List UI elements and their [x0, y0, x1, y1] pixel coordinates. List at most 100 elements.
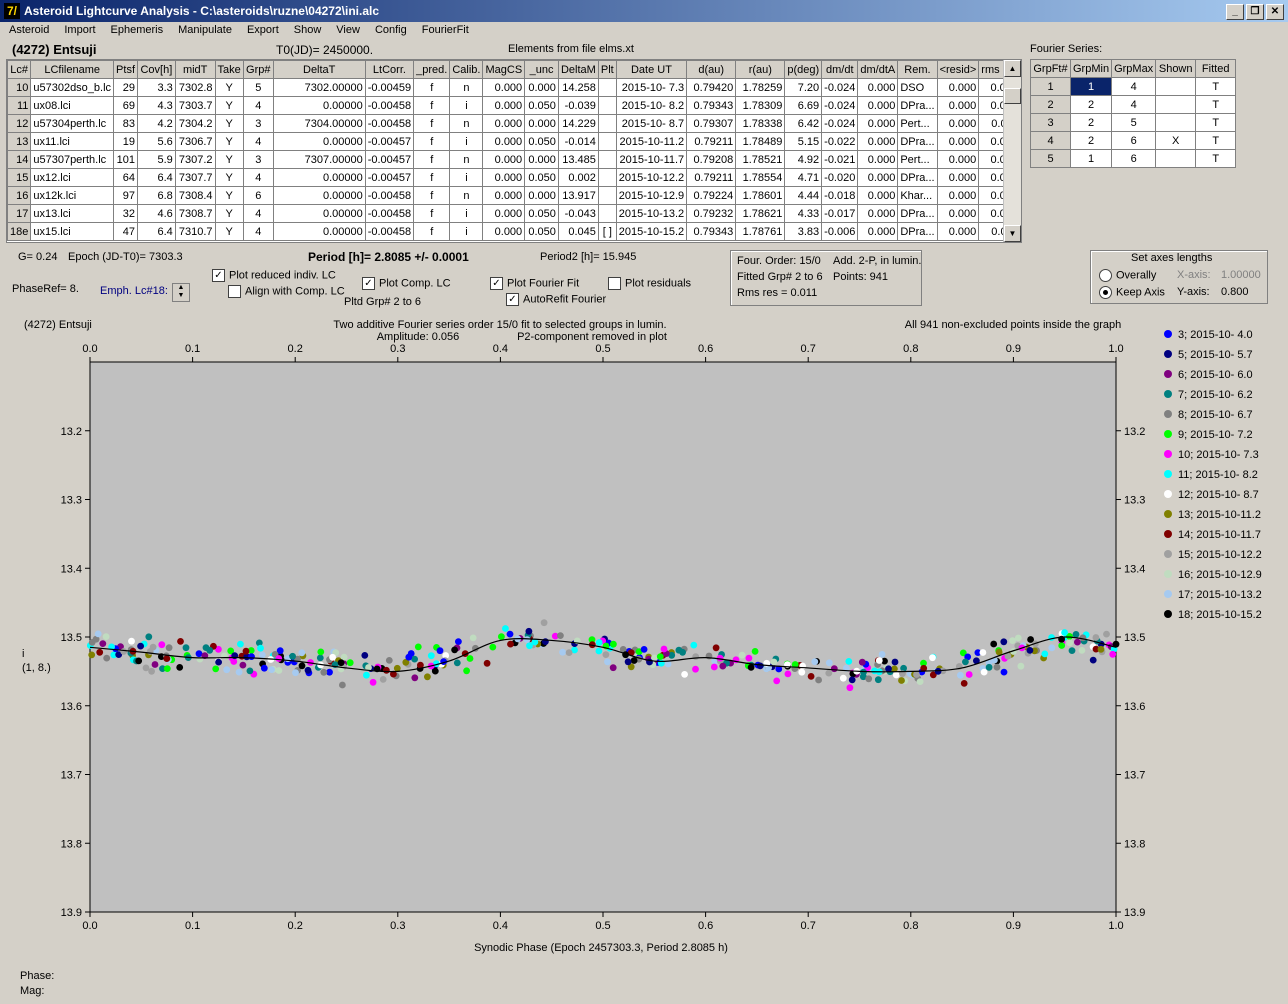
lc-cell[interactable]: f	[413, 222, 451, 241]
lc-cell[interactable]: 1.78259	[735, 78, 786, 97]
lc-cell[interactable]	[597, 168, 617, 187]
lc-cell[interactable]: i	[449, 96, 484, 115]
lc-cell[interactable]: 64	[113, 168, 138, 187]
lc-cell[interactable]: -0.00458	[364, 96, 415, 115]
lc-cell[interactable]: 7302.00000	[272, 78, 366, 97]
lc-column-header[interactable]: Rem.	[897, 60, 938, 79]
fourier-cell[interactable]: 2	[1069, 131, 1113, 150]
lc-cell[interactable]: Khar...	[897, 186, 938, 205]
fourier-cell[interactable]: T	[1195, 113, 1237, 132]
overally-radio[interactable]: Overally	[1099, 269, 1156, 282]
lc-cell[interactable]: 97	[113, 186, 138, 205]
lc-cell[interactable]: 5	[242, 78, 274, 97]
lc-cell[interactable]: ux15.lci	[30, 222, 115, 241]
lc-cell[interactable]: 0.79224	[686, 186, 737, 205]
lc-column-header[interactable]: p(deg)	[784, 60, 823, 79]
lc-cell[interactable]: Y	[214, 96, 244, 115]
fourier-row-header[interactable]: 1	[1030, 77, 1071, 96]
lc-row-header[interactable]: 17	[7, 204, 32, 223]
lc-cell[interactable]: -0.024	[821, 114, 859, 133]
lc-cell[interactable]: 14.229	[557, 114, 599, 133]
lc-cell[interactable]: 3	[242, 114, 274, 133]
lc-cell[interactable]: i	[449, 168, 484, 187]
lc-column-header[interactable]: _pred.	[413, 60, 451, 79]
lc-cell[interactable]: -0.00457	[364, 168, 415, 187]
lc-cell[interactable]: 0.000	[482, 150, 526, 169]
lc-column-header[interactable]: MagCS	[482, 60, 526, 79]
lc-column-header[interactable]: DeltaT	[272, 60, 366, 79]
yaxis-value[interactable]: 0.800	[1221, 286, 1249, 298]
lc-cell[interactable]: 0.000	[857, 132, 899, 151]
lc-cell[interactable]: 0.050	[524, 222, 559, 241]
lc-column-header[interactable]: DeltaM	[557, 60, 599, 79]
lc-cell[interactable]: 4.71	[784, 168, 823, 187]
lc-cell[interactable]: 0.00000	[272, 132, 366, 151]
lc-cell[interactable]: 7.20	[784, 78, 823, 97]
lc-cell[interactable]: 4.92	[784, 150, 823, 169]
lc-cell[interactable]: n	[449, 78, 484, 97]
lc-cell[interactable]: 0.000	[936, 204, 980, 223]
lc-cell[interactable]: 0.000	[482, 114, 526, 133]
lc-cell[interactable]: DPra...	[897, 204, 938, 223]
scroll-up-button[interactable]: ▲	[1004, 60, 1021, 77]
fourier-row-header[interactable]: 5	[1030, 149, 1071, 168]
lc-cell[interactable]: DPra...	[897, 168, 938, 187]
lc-cell[interactable]: 1.78338	[735, 114, 786, 133]
lc-cell[interactable]: 0.00000	[272, 96, 366, 115]
lc-cell[interactable]: -0.00457	[364, 132, 415, 151]
lc-table-row[interactable]: 14 u57307perth.lc 101 5.9 7307.2 Y 3 7307.00000…	[7, 150, 1021, 169]
xaxis-value[interactable]: 1.00000	[1221, 269, 1261, 281]
scroll-down-button[interactable]: ▼	[1004, 225, 1021, 242]
fourier-cell[interactable]: 2	[1069, 95, 1113, 114]
fourier-cell[interactable]: 4	[1111, 77, 1157, 96]
lc-cell[interactable]: -0.017	[821, 204, 859, 223]
lc-cell[interactable]: f	[413, 168, 451, 187]
lc-cell[interactable]: 0.00000	[272, 204, 366, 223]
lc-cell[interactable]: -0.00458	[364, 204, 415, 223]
lc-cell[interactable]: ux12.lci	[30, 168, 115, 187]
lc-column-header[interactable]: Ptsf	[113, 60, 138, 79]
lc-cell[interactable]: 0.79343	[686, 96, 737, 115]
lc-cell[interactable]: 7304.00000	[272, 114, 366, 133]
fourier-cell[interactable]: X	[1155, 131, 1197, 150]
lc-cell[interactable]: 2015-10-13.2	[615, 204, 688, 223]
lc-cell[interactable]: n	[449, 114, 484, 133]
lc-cell[interactable]: 7310.7	[174, 222, 216, 241]
lc-cell[interactable]: ux08.lci	[30, 96, 115, 115]
lc-cell[interactable]: 4.33	[784, 204, 823, 223]
lc-cell[interactable]: 29	[113, 78, 138, 97]
lc-cell[interactable]: 0.000	[936, 114, 980, 133]
lc-cell[interactable]: -0.018	[821, 186, 859, 205]
lc-cell[interactable]: 7306.7	[174, 132, 216, 151]
lc-cell[interactable]: 0.000	[936, 78, 980, 97]
lc-cell[interactable]: 7308.4	[174, 186, 216, 205]
lc-column-header[interactable]: midT	[174, 60, 216, 79]
fourier-cell[interactable]: 1	[1069, 77, 1113, 96]
restore-button[interactable]: ❐	[1246, 4, 1264, 20]
lc-cell[interactable]: -0.021	[821, 150, 859, 169]
fourier-cell[interactable]: 5	[1111, 113, 1157, 132]
lc-cell[interactable]: n	[449, 150, 484, 169]
menu-view[interactable]: View	[327, 22, 366, 36]
lc-cell[interactable]: Y	[214, 114, 244, 133]
lc-column-header[interactable]: Grp#	[242, 60, 274, 79]
lc-cell[interactable]: 0.000	[857, 114, 899, 133]
lc-column-header[interactable]: Date UT	[615, 60, 688, 79]
close-button[interactable]: ✕	[1266, 4, 1284, 20]
lc-cell[interactable]: 0.000	[936, 132, 980, 151]
lc-column-header[interactable]: dm/dt	[821, 60, 859, 79]
lc-cell[interactable]: Y	[214, 186, 244, 205]
lc-cell[interactable]: 0.000	[936, 186, 980, 205]
lc-cell[interactable]: 4	[242, 132, 274, 151]
lc-cell[interactable]: u57304perth.lc	[30, 114, 115, 133]
lc-table-row[interactable]: 18e ux15.lci 47 6.4 7310.7 Y 4 0.00000 -0.00458 f…	[7, 222, 1021, 241]
lc-cell[interactable]: 0.00000	[272, 186, 366, 205]
keep-axis-radio[interactable]: Keep Axis	[1099, 286, 1165, 299]
lc-cell[interactable]: 0.002	[557, 168, 599, 187]
fourier-cell[interactable]	[1155, 95, 1197, 114]
lc-cell[interactable]: 6.42	[784, 114, 823, 133]
lc-cell[interactable]: 5.15	[784, 132, 823, 151]
lc-row-header[interactable]: 18e	[7, 222, 32, 241]
lc-table-row[interactable]: 12 u57304perth.lc 83 4.2 7304.2 Y 3 7304.00000-…	[7, 114, 1021, 133]
lc-cell[interactable]: -0.00458	[364, 222, 415, 241]
